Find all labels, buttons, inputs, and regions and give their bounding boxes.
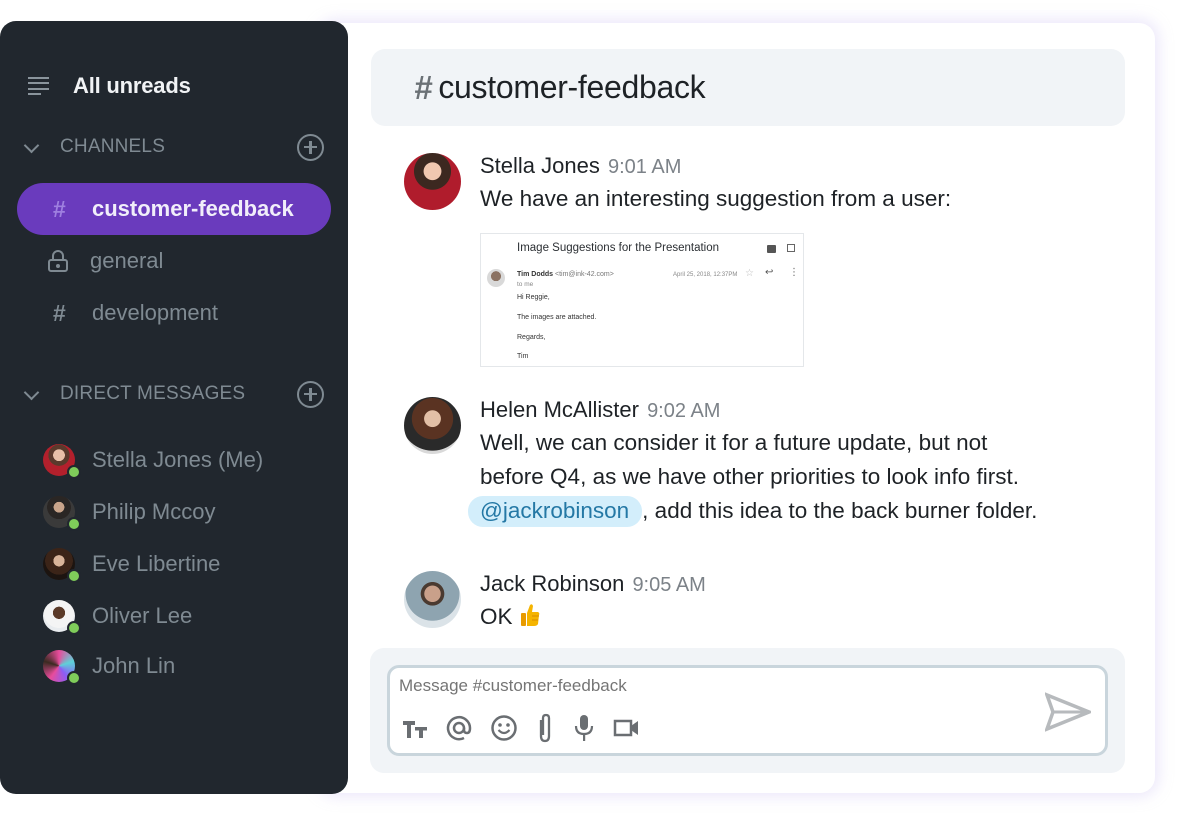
thumbs-up-icon [519, 603, 541, 627]
dm-section-title[interactable]: DIRECT MESSAGES [60, 383, 297, 405]
avatar [43, 548, 81, 583]
dm-item-oliver-lee[interactable]: Oliver Lee [43, 598, 193, 635]
mention-icon[interactable] [445, 713, 473, 743]
text-format-icon[interactable] [402, 713, 428, 743]
print-icon [767, 245, 776, 253]
online-status-icon [67, 465, 81, 479]
add-channel-button[interactable] [297, 133, 324, 161]
chevron-down-icon[interactable] [24, 140, 38, 154]
sidebar-channel-general[interactable]: general [17, 235, 331, 287]
dm-name: Eve Libertine [92, 551, 221, 576]
chevron-down-icon[interactable] [24, 387, 38, 401]
composer-toolbar [402, 713, 658, 743]
message-author[interactable]: Stella Jones [480, 153, 600, 178]
avatar[interactable] [404, 397, 461, 454]
email-from: Tim Dodds <tim@ink-42.com> [517, 271, 614, 278]
emoji-icon[interactable] [490, 713, 518, 743]
sidebar: All unreads CHANNELS # customer-feedback… [0, 21, 348, 794]
hash-icon: # [52, 299, 66, 326]
avatar [43, 650, 81, 685]
message-author[interactable]: Helen McAllister [480, 397, 639, 422]
online-status-icon [67, 621, 81, 635]
online-status-icon [67, 671, 81, 685]
email-attachment-preview[interactable]: Image Suggestions for the Presentation T… [480, 233, 804, 367]
avatar[interactable] [404, 571, 461, 628]
all-unreads-label: All unreads [73, 73, 191, 98]
channel-header: # customer-feedback [371, 49, 1125, 126]
reply-icon: ↩ [765, 267, 774, 278]
channel-name: customer-feedback [92, 196, 294, 221]
channel-title: customer-feedback [438, 69, 706, 105]
avatar [43, 444, 81, 479]
avatar [43, 600, 81, 635]
dm-name: Stella Jones (Me) [92, 447, 264, 472]
email-subject: Image Suggestions for the Presentation [517, 242, 720, 254]
channels-section-header: CHANNELS [24, 132, 324, 162]
attachment-icon[interactable] [535, 713, 555, 743]
send-button[interactable] [1044, 691, 1094, 733]
dm-item-stella-jones[interactable]: Stella Jones (Me) [43, 442, 264, 479]
message-time: 9:01 AM [607, 156, 682, 178]
list-icon [28, 77, 50, 95]
sender-avatar [487, 269, 505, 287]
open-external-icon [787, 244, 795, 252]
email-body-line: Regards, [517, 334, 546, 341]
add-dm-button[interactable] [297, 380, 324, 408]
dm-item-john-lin[interactable]: John Lin [43, 648, 176, 685]
lock-icon [48, 250, 68, 272]
email-to: to me [517, 281, 534, 288]
message-time: 9:05 AM [632, 574, 706, 596]
online-status-icon [67, 569, 81, 583]
microphone-icon[interactable] [572, 713, 596, 743]
composer-area [370, 648, 1125, 773]
message-text: We have an interesting suggestion from a… [480, 186, 952, 211]
chat-panel: # customer-feedback Stella Jones 9:01 AM… [320, 23, 1155, 793]
hash-icon: # [52, 195, 66, 222]
dm-name: John Lin [92, 653, 176, 678]
video-icon[interactable] [613, 713, 641, 743]
more-vert-icon: ⋮ [789, 267, 799, 278]
sidebar-channel-development[interactable]: # development [17, 287, 331, 339]
dm-name: Oliver Lee [92, 603, 193, 628]
avatar[interactable] [404, 153, 461, 210]
message-time: 9:02 AM [647, 400, 721, 422]
channel-name: general [90, 248, 164, 273]
online-status-icon [67, 517, 81, 531]
email-body-line: Tim [517, 353, 529, 360]
channel-name: development [92, 300, 218, 325]
dm-section-header: DIRECT MESSAGES [24, 379, 324, 409]
avatar [43, 496, 81, 531]
email-body-line: Hi Reggie, [517, 294, 550, 301]
dm-item-philip-mccoy[interactable]: Philip Mccoy [43, 494, 216, 531]
all-unreads-item[interactable]: All unreads [28, 73, 191, 99]
message-composer[interactable] [387, 665, 1108, 756]
star-icon: ☆ [745, 268, 754, 279]
dm-name: Philip Mccoy [92, 499, 216, 524]
message-text: Well, we can consider it for a future up… [468, 426, 1120, 528]
message-input[interactable] [399, 676, 999, 696]
dm-item-eve-libertine[interactable]: Eve Libertine [43, 546, 221, 583]
message-text: OK [480, 600, 1120, 634]
user-mention[interactable]: @jackrobinson [468, 496, 643, 527]
email-body-line: The images are attached. [517, 314, 597, 321]
message-author[interactable]: Jack Robinson [480, 571, 624, 596]
channels-section-title[interactable]: CHANNELS [60, 136, 297, 158]
hash-icon: # [414, 68, 433, 106]
sidebar-channel-customer-feedback[interactable]: # customer-feedback [17, 183, 331, 235]
email-date: April 25, 2018, 12:37PM [673, 272, 738, 278]
